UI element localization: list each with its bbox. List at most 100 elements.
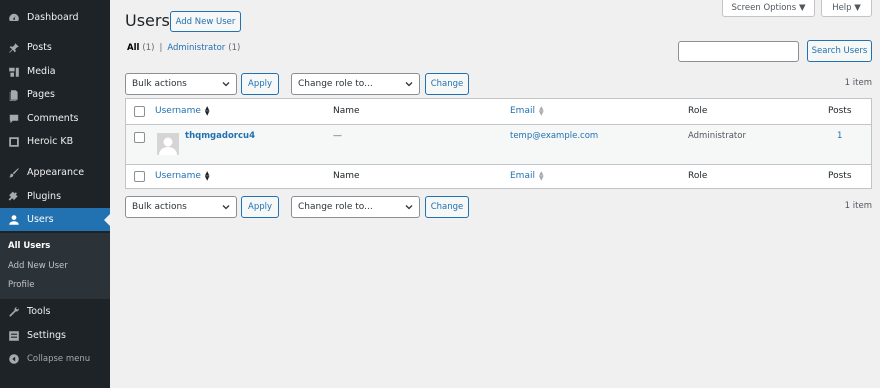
filter-separator: | <box>159 43 163 53</box>
submenu-add-new-user[interactable]: Add New User <box>8 261 68 271</box>
sort-icon: ▲ ▼ <box>204 105 210 117</box>
users-icon <box>7 213 21 227</box>
search-users-button[interactable]: Search Users <box>807 40 872 62</box>
change-role-select[interactable]: Change role to... <box>291 73 420 95</box>
avatar <box>157 133 179 155</box>
wrench-icon <box>7 305 21 319</box>
users-submenu: All Users Add New User Profile <box>0 233 110 299</box>
sidebar-item-label: Posts <box>27 42 52 53</box>
column-name-footer: Name <box>333 171 360 181</box>
sidebar-item-label: Comments <box>27 113 79 124</box>
column-email-label: Email <box>510 106 535 116</box>
filter-admin-count: (1) <box>228 43 241 53</box>
sidebar-item-comments[interactable]: Comments <box>0 107 110 130</box>
change-role-button-bottom[interactable]: Change <box>425 196 469 218</box>
bulk-actions-select[interactable]: Bulk actions <box>125 73 237 95</box>
add-new-user-button[interactable]: Add New User <box>170 11 241 32</box>
pages-icon <box>7 88 21 102</box>
sidebar-item-label: Dashboard <box>27 12 79 23</box>
submenu-profile[interactable]: Profile <box>8 280 34 290</box>
row-checkbox[interactable] <box>134 132 145 143</box>
column-username-footer[interactable]: Username ▲ ▼ <box>155 170 210 182</box>
filter-administrator-link[interactable]: Administrator <box>167 43 225 53</box>
sidebar-item-label: Appearance <box>27 167 85 178</box>
comments-icon <box>7 112 21 126</box>
bulk-actions-value: Bulk actions <box>132 79 187 89</box>
sidebar-item-media[interactable]: Media <box>0 60 110 83</box>
select-all-checkbox[interactable] <box>134 106 145 117</box>
select-all-checkbox-footer[interactable] <box>134 171 145 182</box>
change-role-value: Change role to... <box>298 202 373 212</box>
settings-icon <box>7 329 21 343</box>
filter-all-count: (1) <box>142 43 155 53</box>
bulk-actions-select-bottom[interactable]: Bulk actions <box>125 196 237 218</box>
column-role-footer: Role <box>688 171 708 181</box>
brush-icon <box>7 166 21 180</box>
help-button[interactable]: Help ▼ <box>821 0 872 17</box>
user-name: — <box>333 131 342 141</box>
sidebar-item-heroic-kb[interactable]: Heroic KB <box>0 130 110 153</box>
collapse-menu-label: Collapse menu <box>27 353 91 364</box>
column-username-header[interactable]: Username ▲ ▼ <box>155 105 210 117</box>
user-role: Administrator <box>688 131 746 141</box>
sidebar-item-label: Plugins <box>27 191 62 202</box>
users-table: Username ▲ ▼ Name Email ▲ ▼ Role Posts thq… <box>125 98 872 189</box>
username-link[interactable]: thqmgadorcu4 <box>185 131 255 141</box>
change-role-select-bottom[interactable]: Change role to... <box>291 196 420 218</box>
column-posts-footer: Posts <box>828 171 852 181</box>
sidebar-item-label: Heroic KB <box>27 136 74 147</box>
sidebar-item-pages[interactable]: Pages <box>0 83 110 106</box>
sidebar-item-tools[interactable]: Tools <box>0 300 110 323</box>
admin-sidebar: Dashboard Posts Media Pages Comments Her… <box>0 0 110 388</box>
apply-button[interactable]: Apply <box>241 73 279 95</box>
sort-icon: ▲ ▼ <box>204 170 210 182</box>
plugin-icon <box>7 190 21 204</box>
media-icon <box>7 65 21 79</box>
column-email-header[interactable]: Email ▲ ▼ <box>510 105 544 117</box>
sidebar-item-label: Media <box>27 66 56 77</box>
sort-icon: ▲ ▼ <box>538 170 544 182</box>
column-email-footer[interactable]: Email ▲ ▼ <box>510 170 544 182</box>
sidebar-item-dashboard[interactable]: Dashboard <box>0 6 110 29</box>
item-count-bottom: 1 item <box>844 201 872 211</box>
page-title: Users <box>125 11 170 30</box>
sidebar-item-settings[interactable]: Settings <box>0 324 110 347</box>
table-header-row: Username ▲ ▼ Name Email ▲ ▼ Role Posts <box>126 99 871 125</box>
column-email-label: Email <box>510 171 535 181</box>
collapse-icon <box>7 352 21 366</box>
search-users-input[interactable] <box>678 41 799 62</box>
chevron-down-icon <box>405 205 413 210</box>
apply-button-bottom[interactable]: Apply <box>241 196 279 218</box>
sidebar-item-label: Users <box>27 214 54 225</box>
column-username-label: Username <box>155 106 201 116</box>
sidebar-item-label: Tools <box>27 306 51 317</box>
sort-icon: ▲ ▼ <box>538 105 544 117</box>
table-row: thqmgadorcu4 — temp@example.com Administ… <box>126 125 871 164</box>
sidebar-item-posts[interactable]: Posts <box>0 36 110 59</box>
sidebar-item-label: Pages <box>27 89 55 100</box>
sidebar-item-users[interactable]: Users <box>0 208 110 231</box>
filter-all-link[interactable]: All <box>127 43 139 53</box>
sidebar-item-appearance[interactable]: Appearance <box>0 161 110 184</box>
pushpin-icon <box>7 41 21 55</box>
item-count: 1 item <box>844 78 872 88</box>
user-email-link[interactable]: temp@example.com <box>510 131 598 141</box>
sidebar-item-plugins[interactable]: Plugins <box>0 185 110 208</box>
chevron-down-icon <box>222 205 230 210</box>
collapse-menu-button[interactable]: Collapse menu <box>0 347 110 370</box>
chevron-down-icon <box>222 82 230 87</box>
table-footer-row: Username ▲ ▼ Name Email ▲ ▼ Role Posts <box>126 164 871 189</box>
user-posts-count[interactable]: 1 <box>837 131 842 141</box>
column-username-label: Username <box>155 171 201 181</box>
change-role-value: Change role to... <box>298 79 373 89</box>
screen-options-button[interactable]: Screen Options ▼ <box>722 0 815 17</box>
column-posts-header: Posts <box>828 106 852 116</box>
bulk-actions-value: Bulk actions <box>132 202 187 212</box>
column-name-header: Name <box>333 106 360 116</box>
submenu-all-users[interactable]: All Users <box>8 241 50 251</box>
heroic-kb-icon <box>7 135 21 149</box>
column-role-header: Role <box>688 106 708 116</box>
role-filter-links: All (1) | Administrator (1) <box>127 43 240 53</box>
change-role-button[interactable]: Change <box>425 73 469 95</box>
sidebar-item-label: Settings <box>27 330 66 341</box>
